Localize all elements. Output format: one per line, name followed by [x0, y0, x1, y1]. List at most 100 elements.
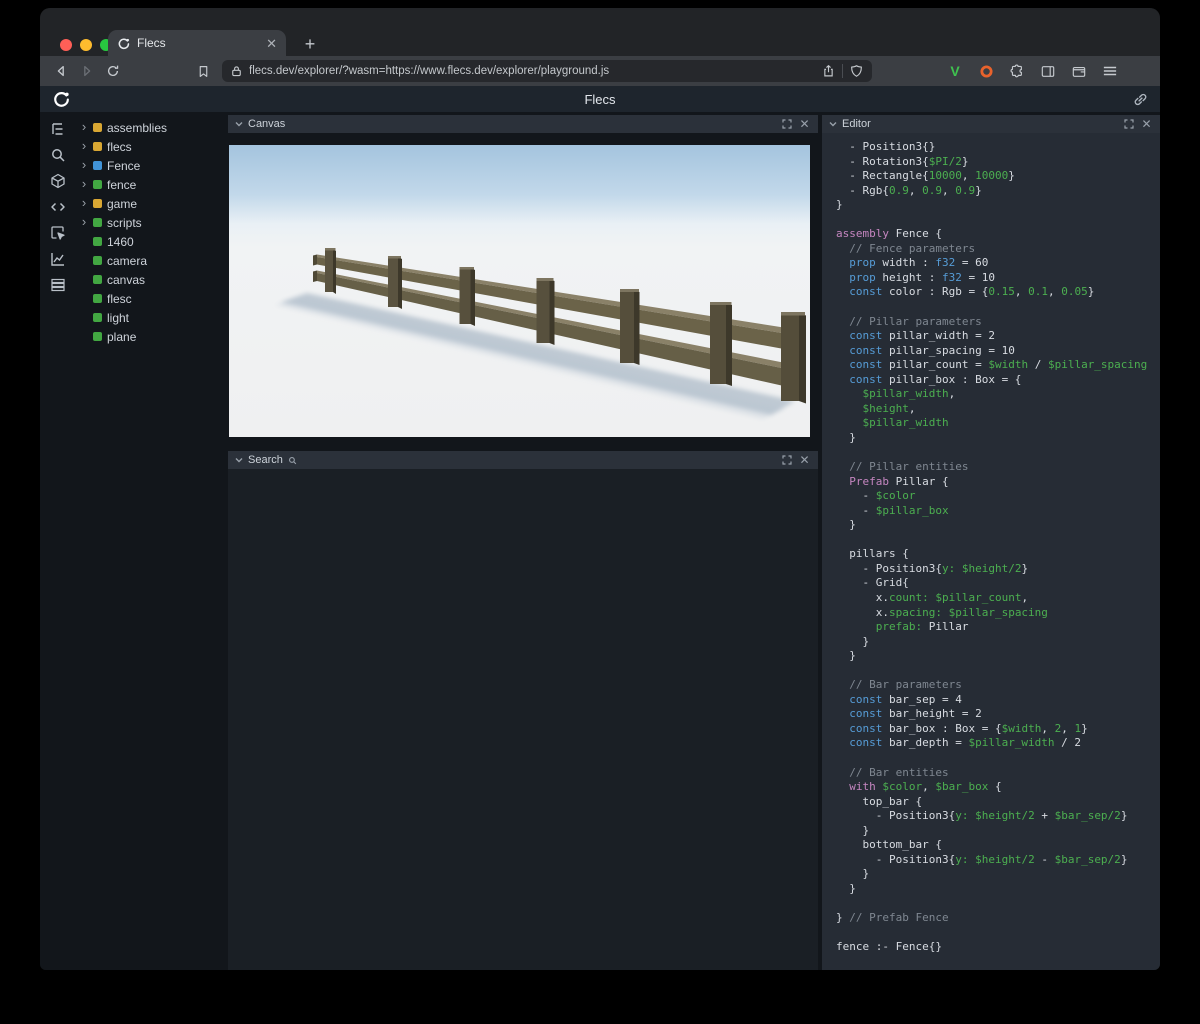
forward-button[interactable]: [74, 59, 100, 83]
address-bar[interactable]: flecs.dev/explorer/?wasm=https://www.fle…: [222, 60, 872, 82]
browser-tab[interactable]: Flecs ✕: [108, 30, 286, 56]
code-line: // Bar parameters: [836, 678, 1160, 693]
tree-item-label: scripts: [107, 216, 142, 230]
tree-item-game[interactable]: › game: [75, 194, 227, 213]
tree-item-fence[interactable]: › fence: [75, 175, 227, 194]
expand-arrow-icon[interactable]: ›: [80, 177, 88, 190]
sidebar-toggle-icon[interactable]: [1037, 60, 1059, 82]
expand-arrow-icon[interactable]: ›: [80, 215, 88, 228]
code-line: const color : Rgb = {0.15, 0.1, 0.05}: [836, 285, 1160, 300]
share-icon[interactable]: [822, 64, 835, 78]
tab-close-icon[interactable]: ✕: [266, 37, 277, 50]
tree-item-scripts[interactable]: › scripts: [75, 213, 227, 232]
inspect-icon[interactable]: [49, 225, 67, 241]
expand-arrow-icon[interactable]: ›: [80, 158, 88, 171]
code-line: - Position3{}: [836, 140, 1160, 155]
entity-kind-icon: [93, 256, 102, 265]
tree-item-flesc[interactable]: flesc: [75, 289, 227, 308]
expand-panel-icon[interactable]: [1122, 118, 1135, 131]
entity-tree: ›assemblies›flecs›Fence›fence›game›scrip…: [75, 118, 227, 346]
tree-item-light[interactable]: light: [75, 308, 227, 327]
expand-arrow-icon[interactable]: ›: [80, 196, 88, 209]
canvas-panel-title: Canvas: [248, 118, 285, 130]
wallet-icon[interactable]: [1068, 60, 1090, 82]
code-line: }: [836, 635, 1160, 650]
code-line: // Pillar entities: [836, 460, 1160, 475]
cube-icon[interactable]: [49, 173, 67, 189]
close-panel-icon[interactable]: ✕: [798, 454, 811, 467]
entity-kind-icon: [93, 199, 102, 208]
tree-item-Fence[interactable]: ›Fence: [75, 156, 227, 175]
tree-item-label: light: [107, 311, 129, 325]
tree-item-label: fence: [107, 178, 136, 192]
menu-icon[interactable]: [1099, 60, 1121, 82]
expand-arrow-icon[interactable]: ›: [80, 139, 88, 152]
tree-item-camera[interactable]: camera: [75, 251, 227, 270]
close-window-button[interactable]: [60, 39, 72, 51]
editor-panel: Editor ✕ - Position3{} - Rotation3{$PI/2…: [822, 115, 1160, 970]
code-line: bottom_bar {: [836, 838, 1160, 853]
tab-strip: Flecs ✕ +: [40, 8, 1160, 56]
code-line: const pillar_box : Box = {: [836, 373, 1160, 388]
code-line: [836, 533, 1160, 548]
search-icon[interactable]: [49, 147, 67, 163]
extension-icon-orange[interactable]: [975, 60, 997, 82]
violentmonkey-extension-icon[interactable]: V: [944, 60, 966, 82]
code-line: $pillar_width: [836, 416, 1160, 431]
code-line: }: [836, 824, 1160, 839]
back-button[interactable]: [48, 59, 74, 83]
stats-icon[interactable]: [49, 251, 67, 267]
code-line: const bar_depth = $pillar_width / 2: [836, 736, 1160, 751]
3d-viewport[interactable]: [229, 145, 810, 437]
code-line: [836, 300, 1160, 315]
entity-kind-icon: [93, 218, 102, 227]
entity-kind-icon: [93, 123, 102, 132]
code-line: [836, 926, 1160, 941]
shield-icon[interactable]: [850, 64, 863, 78]
code-line: }: [836, 867, 1160, 882]
reload-button[interactable]: [100, 59, 126, 83]
code-line: }: [836, 431, 1160, 446]
code-line: [836, 213, 1160, 228]
new-tab-button[interactable]: +: [298, 32, 322, 56]
code-line: - Grid{: [836, 576, 1160, 591]
extensions-puzzle-icon[interactable]: [1006, 60, 1028, 82]
code-line: pillars {: [836, 547, 1160, 562]
tree-item-flecs[interactable]: › flecs: [75, 137, 227, 156]
canvas-panel-header: Canvas ✕: [228, 115, 818, 133]
bookmark-icon[interactable]: [190, 59, 216, 83]
code-line: with $color, $bar_box {: [836, 780, 1160, 795]
tab-title: Flecs: [137, 36, 259, 50]
code-line: - $color: [836, 489, 1160, 504]
code-line: // Fence parameters: [836, 242, 1160, 257]
code-icon[interactable]: [49, 199, 67, 215]
editor-code[interactable]: - Position3{} - Rotation3{$PI/2} - Recta…: [822, 133, 1160, 955]
search-panel-header: Search ✕: [228, 451, 818, 469]
collapse-chevron-icon[interactable]: [235, 456, 243, 464]
code-line: [836, 751, 1160, 766]
entity-tree-icon[interactable]: [49, 121, 67, 137]
memory-icon[interactable]: [49, 277, 67, 293]
close-panel-icon[interactable]: ✕: [1140, 118, 1153, 131]
entity-kind-icon: [93, 294, 102, 303]
activity-bar: [40, 112, 75, 970]
code-line: top_bar {: [836, 795, 1160, 810]
tree-item-label: flecs: [107, 140, 132, 154]
tree-item-label: camera: [107, 254, 147, 268]
search-results-area[interactable]: [228, 469, 818, 970]
expand-panel-icon[interactable]: [780, 454, 793, 467]
tree-item-label: game: [107, 197, 137, 211]
tree-item-plane[interactable]: plane: [75, 327, 227, 346]
tree-item-1460[interactable]: 1460: [75, 232, 227, 251]
expand-panel-icon[interactable]: [780, 118, 793, 131]
tree-item-label: plane: [107, 330, 136, 344]
minimize-window-button[interactable]: [80, 39, 92, 51]
tree-item-assemblies[interactable]: ›assemblies: [75, 118, 227, 137]
expand-arrow-icon[interactable]: ›: [80, 120, 88, 133]
code-line: - Position3{y: $height/2 + $bar_sep/2}: [836, 809, 1160, 824]
tree-item-canvas[interactable]: canvas: [75, 270, 227, 289]
collapse-chevron-icon[interactable]: [235, 120, 243, 128]
code-line: }: [836, 649, 1160, 664]
close-panel-icon[interactable]: ✕: [798, 118, 811, 131]
collapse-chevron-icon[interactable]: [829, 120, 837, 128]
